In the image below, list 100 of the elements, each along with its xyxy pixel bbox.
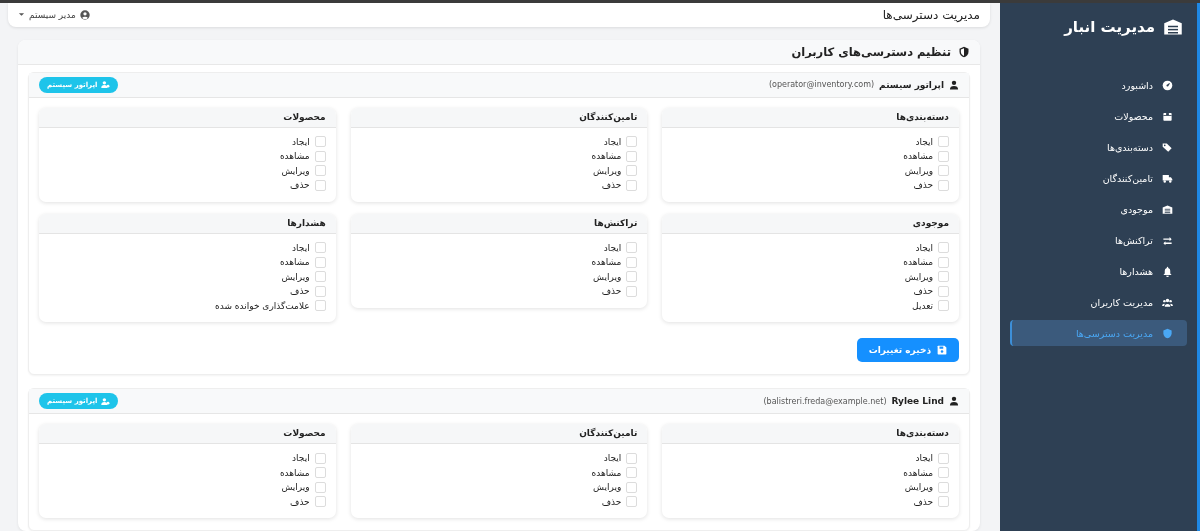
checkbox-label: مشاهده (591, 467, 622, 478)
checkbox[interactable] (626, 496, 638, 508)
user-menu[interactable]: مدیر سیستم (18, 9, 90, 20)
checkbox-label: حذف (290, 180, 310, 191)
checkbox-label: ویرایش (593, 482, 622, 493)
checkbox-label: ایجاد (915, 242, 933, 253)
checkbox[interactable] (314, 496, 326, 508)
checkbox[interactable] (626, 256, 638, 268)
checkbox-label: ویرایش (904, 271, 933, 282)
card-title: دسته‌بندی‌ها (662, 107, 959, 128)
checkbox[interactable] (314, 285, 326, 297)
checkbox[interactable] (938, 481, 949, 493)
checkbox-label: مشاهده (279, 151, 310, 162)
checkbox[interactable] (626, 165, 638, 177)
checkbox-label: ایجاد (292, 242, 310, 253)
card-title: محصولات (39, 107, 336, 128)
checkbox-label: حذف (601, 286, 622, 297)
checkbox-label: ویرایش (904, 165, 933, 176)
checkbox[interactable] (626, 452, 638, 464)
user-icon (101, 80, 111, 89)
sidebar-item[interactable]: تامین‌کنندگان (1010, 165, 1187, 191)
checkbox[interactable] (626, 481, 638, 493)
sidebar-item[interactable]: مدیریت کاربران (1010, 289, 1187, 315)
checkbox[interactable] (938, 467, 949, 479)
checkbox-label: ویرایش (593, 271, 622, 282)
shield-icon (958, 45, 970, 58)
checkbox[interactable] (314, 165, 326, 177)
checkbox[interactable] (314, 179, 326, 191)
user-email: (balistreri.freda@example.net) (763, 396, 887, 406)
user-circle-icon (79, 9, 90, 20)
checkbox[interactable] (626, 285, 638, 297)
sidebar-item[interactable]: تراکنش‌ها (1010, 227, 1187, 253)
checkbox-label: مشاهده (279, 467, 310, 478)
checkbox-label: حذف (913, 286, 933, 297)
checkbox[interactable] (938, 256, 949, 268)
bell-icon (1162, 265, 1173, 277)
checkbox[interactable] (314, 481, 326, 493)
checkbox[interactable] (314, 452, 326, 464)
checkbox[interactable] (626, 136, 638, 148)
checkbox-label: مشاهده (903, 151, 933, 162)
checkbox[interactable] (626, 242, 638, 254)
user-icon (949, 396, 959, 406)
checkbox[interactable] (938, 452, 949, 464)
checkbox[interactable] (938, 496, 949, 508)
warehouse-icon (1163, 17, 1183, 37)
checkbox[interactable] (314, 300, 326, 312)
checkbox[interactable] (314, 150, 326, 162)
checkbox-label: مشاهده (591, 151, 622, 162)
checkbox[interactable] (314, 256, 326, 268)
checkbox[interactable] (314, 242, 326, 254)
card-title: تراکنش‌ها (350, 213, 648, 234)
checkbox-label: حذف (290, 286, 310, 297)
checkbox-label: حذف (601, 496, 622, 507)
card-title: دسته‌بندی‌ها (662, 424, 959, 444)
sidebar-item[interactable]: محصولات (1010, 103, 1187, 129)
checkbox-label: ایجاد (292, 136, 310, 147)
warehouse-icon (1162, 203, 1173, 215)
user-icon (949, 79, 959, 90)
caret-icon (18, 11, 25, 19)
checkbox-label: ایجاد (603, 242, 622, 253)
user-name: Rylee Lind (891, 396, 944, 406)
checkbox[interactable] (626, 271, 638, 283)
checkbox[interactable] (626, 467, 638, 479)
user-name: اپراتور سیستم (879, 79, 944, 90)
checkbox-label: ایجاد (603, 453, 622, 464)
gauge-icon (1162, 79, 1173, 91)
card-title: موجودی (662, 213, 959, 234)
checkbox[interactable] (938, 179, 949, 191)
checkbox[interactable] (938, 165, 949, 177)
checkbox[interactable] (938, 285, 949, 297)
checkbox-label: ویرایش (281, 271, 310, 282)
sidebar-item[interactable]: موجودی (1010, 196, 1187, 222)
checkbox[interactable] (938, 150, 949, 162)
checkbox-label: ایجاد (915, 136, 933, 147)
card-title: تامین‌کنندگان (350, 107, 648, 128)
checkbox-label: تعدیل (912, 300, 933, 311)
tags-icon (1162, 141, 1173, 153)
user-email: (operator@inventory.com) (768, 80, 875, 89)
checkbox-label: ایجاد (915, 453, 933, 464)
checkbox[interactable] (626, 179, 638, 191)
checkbox[interactable] (626, 150, 638, 162)
checkbox-label: حذف (601, 180, 622, 191)
sidebar-item[interactable]: دسته‌بندی‌ها (1010, 134, 1187, 160)
card-title: محصولات (39, 424, 336, 444)
checkbox[interactable] (938, 136, 949, 148)
card-title: تامین‌کنندگان (350, 424, 648, 444)
checkbox[interactable] (938, 271, 949, 283)
sidebar-item[interactable]: داشبورد (1010, 72, 1187, 98)
checkbox[interactable] (314, 271, 326, 283)
checkbox[interactable] (938, 242, 949, 254)
card-title: هشدارها (39, 213, 336, 234)
sidebar-item[interactable]: هشدارها (1010, 258, 1187, 284)
shield-icon (1162, 327, 1173, 339)
checkbox-label: ویرایش (281, 165, 310, 176)
checkbox[interactable] (314, 136, 326, 148)
checkbox[interactable] (938, 300, 949, 312)
page-title: مدیریت دسترسی‌ها (882, 7, 980, 22)
checkbox-label: ایجاد (292, 453, 310, 464)
checkbox[interactable] (314, 467, 326, 479)
truck-icon (1162, 172, 1173, 184)
